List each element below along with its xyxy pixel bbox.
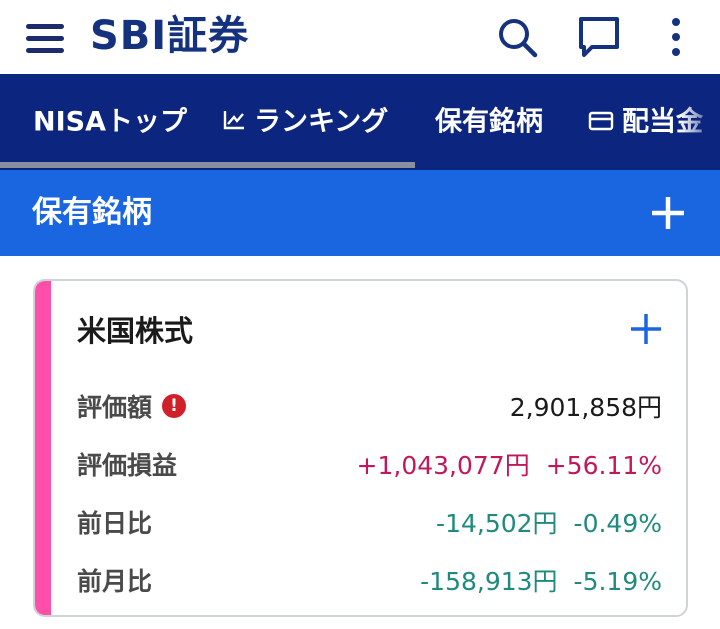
row-label: 前月比 — [77, 567, 153, 596]
tab-ranking[interactable]: ランキング — [222, 74, 388, 170]
more-vertical-icon[interactable] — [654, 14, 698, 60]
hamburger-menu-icon[interactable] — [26, 22, 66, 56]
valuation-row: 評価額! 2,901,858円 — [77, 388, 662, 428]
month-change-amount: -158,913円 — [420, 567, 558, 596]
tab-nisa-top[interactable]: NISAトップ — [33, 74, 187, 170]
day-change-amount: -14,502円 — [436, 509, 558, 538]
month-change-row: 前月比 -158,913円 -5.19% — [77, 562, 662, 602]
row-label: 前日比 — [77, 509, 153, 538]
sbi-logo: SBI証券 — [90, 13, 250, 59]
profit-loss-percent: +56.11% — [545, 451, 662, 480]
app-bar: SBI証券 — [0, 0, 720, 74]
section-title: 保有銘柄 — [32, 195, 152, 230]
card-accent-bar — [35, 281, 51, 615]
section-header: 保有銘柄 — [0, 170, 720, 256]
tab-holdings[interactable]: 保有銘柄 — [435, 74, 543, 170]
search-icon[interactable] — [494, 14, 540, 60]
tab-scroll-indicator — [0, 162, 415, 168]
add-icon[interactable] — [628, 311, 664, 347]
day-change-percent: -0.49% — [573, 509, 662, 538]
row-label: 評価損益 — [77, 451, 178, 480]
row-label: 評価額 — [77, 393, 153, 422]
add-icon[interactable] — [646, 191, 690, 235]
us-stocks-card[interactable]: 米国株式 評価額! 2,901,858円 評価損益 +1,043,077円 +56… — [33, 279, 688, 617]
valuation-value: 2,901,858円 — [509, 393, 662, 422]
card-icon — [588, 75, 614, 171]
month-change-percent: -5.19% — [573, 567, 662, 596]
chat-icon[interactable] — [576, 14, 622, 60]
tab-scroll-fade — [680, 74, 720, 170]
profit-loss-row: 評価損益 +1,043,077円 +56.11% — [77, 446, 662, 486]
card-title: 米国株式 — [77, 314, 194, 348]
chart-icon — [222, 75, 246, 171]
warning-icon[interactable]: ! — [162, 394, 187, 418]
day-change-row: 前日比 -14,502円 -0.49% — [77, 504, 662, 544]
profit-loss-amount: +1,043,077円 — [356, 451, 530, 480]
